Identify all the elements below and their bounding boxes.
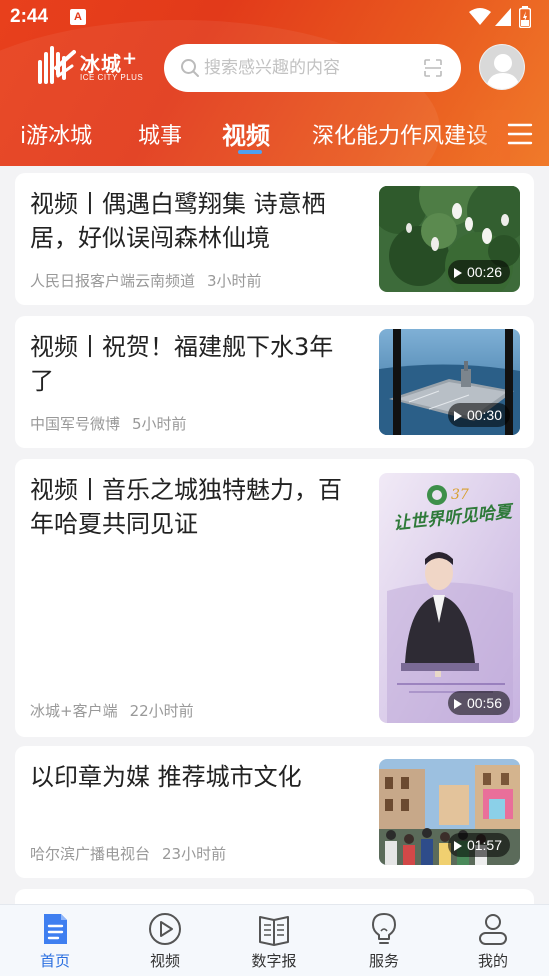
article-card[interactable]: 以印章为媒 推荐城市文化 哈尔滨广播电视台 23小时前 01:57: [15, 746, 534, 878]
video-thumbnail[interactable]: 01:57: [379, 759, 520, 865]
video-thumbnail[interactable]: 00:26: [379, 186, 520, 292]
article-meta: 中国军号微博 5小时前: [30, 413, 187, 434]
video-thumbnail[interactable]: 00:30: [379, 329, 520, 435]
svg-text:37: 37: [451, 487, 469, 503]
brand-logo[interactable]: 冰城+ ICE CITY PLUS: [36, 42, 146, 92]
play-icon: [453, 411, 462, 421]
tab-i-you-bingcheng[interactable]: i游冰城: [20, 118, 92, 150]
article-title: 视频丨音乐之城独特魅力，百年哈夏共同见证: [30, 476, 342, 538]
video-thumbnail[interactable]: 37 让世界听见哈夏 00:56: [379, 473, 520, 723]
article-title: 视频丨偶遇白鹭翔集 诗意栖居，好似误闯森林仙境: [30, 190, 326, 252]
avatar[interactable]: [479, 44, 525, 90]
video-duration: 00:26: [447, 260, 510, 284]
article-card[interactable]: 视频丨偶遇白鹭翔集 诗意栖居，好似误闯森林仙境 人民日报客户端云南频道 3小时前 …: [15, 173, 534, 305]
nav-services[interactable]: 服务: [339, 905, 429, 976]
logo-mark-icon: [38, 46, 76, 84]
article-time: 3小时前: [207, 272, 262, 290]
nav-digital-paper[interactable]: 数字报: [229, 905, 319, 976]
play-icon: [453, 268, 462, 278]
nav-label: 首页: [39, 952, 70, 970]
bottom-navigation: 首页 视频 数字报 服务 我的: [0, 904, 549, 976]
video-duration: 00:30: [447, 403, 510, 427]
menu-icon[interactable]: [506, 120, 534, 148]
search-input[interactable]: [204, 54, 414, 82]
search-bar[interactable]: [164, 44, 461, 92]
article-card[interactable]: 视频丨祝贺！福建舰下水3年了 中国军号微博 5小时前 00:30: [15, 316, 534, 448]
article-source: 人民日报客户端云南频道: [30, 272, 196, 290]
signal-icon: [495, 8, 511, 26]
article-meta: 人民日报客户端云南频道 3小时前: [30, 270, 262, 291]
article-source: 中国军号微博: [30, 415, 121, 433]
wifi-icon: [469, 8, 491, 25]
battery-icon: [519, 6, 531, 28]
nav-profile[interactable]: 我的: [448, 905, 538, 976]
status-icons: [469, 6, 539, 28]
nav-label: 视频: [149, 952, 180, 970]
document-icon: [44, 914, 67, 944]
article-card[interactable]: 视频丨音乐之城独特魅力，百年哈夏共同见证 冰城+客户端 22小时前 37 让世界听…: [15, 459, 534, 737]
article-meta: 冰城+客户端 22小时前: [30, 700, 194, 721]
article-time: 5小时前: [132, 415, 187, 433]
article-time: 23小时前: [162, 845, 227, 863]
user-icon: [479, 914, 507, 945]
tab-video[interactable]: 视频: [222, 116, 270, 151]
nav-label: 我的: [477, 952, 508, 970]
nav-label: 服务: [368, 952, 399, 970]
video-duration: 01:57: [447, 833, 510, 857]
status-time: 2:44: [10, 6, 49, 27]
article-time: 22小时前: [129, 702, 194, 720]
play-icon: [453, 841, 462, 851]
article-source: 冰城+客户端: [30, 702, 118, 720]
active-tab-indicator: [238, 150, 262, 154]
category-tabs: i游冰城 城事 视频 深化能力作风建设: [0, 110, 549, 160]
article-meta: 哈尔滨广播电视台 23小时前: [30, 843, 226, 864]
app-header: 2:44 A 冰城+ ICE CITY PLUS i游冰城 城事 视频 深化能力…: [0, 0, 549, 166]
newspaper-icon: [259, 916, 289, 946]
play-circle-icon: [149, 913, 181, 945]
play-icon: [453, 699, 462, 709]
default-avatar-icon: [486, 54, 520, 89]
status-bar: 2:44 A: [0, 0, 549, 34]
tab-city-affairs[interactable]: 城事: [138, 118, 182, 150]
article-title: 以印章为媒 推荐城市文化: [30, 763, 302, 791]
article-title: 视频丨祝贺！福建舰下水3年了: [30, 333, 334, 395]
nav-home[interactable]: 首页: [10, 905, 100, 976]
search-icon: [181, 59, 199, 77]
article-card-partial[interactable]: [15, 889, 534, 904]
brand-subtitle: ICE CITY PLUS: [80, 73, 144, 82]
notification-icon: A: [70, 9, 86, 25]
nav-video[interactable]: 视频: [120, 905, 210, 976]
lightbulb-icon: [372, 913, 396, 944]
scan-icon[interactable]: [423, 58, 443, 78]
nav-label: 数字报: [251, 952, 297, 970]
article-source: 哈尔滨广播电视台: [30, 845, 151, 863]
video-duration: 00:56: [447, 691, 510, 715]
video-feed: 视频丨偶遇白鹭翔集 诗意栖居，好似误闯森林仙境 人民日报客户端云南频道 3小时前 …: [0, 166, 549, 904]
tabs-fade: [470, 110, 510, 160]
